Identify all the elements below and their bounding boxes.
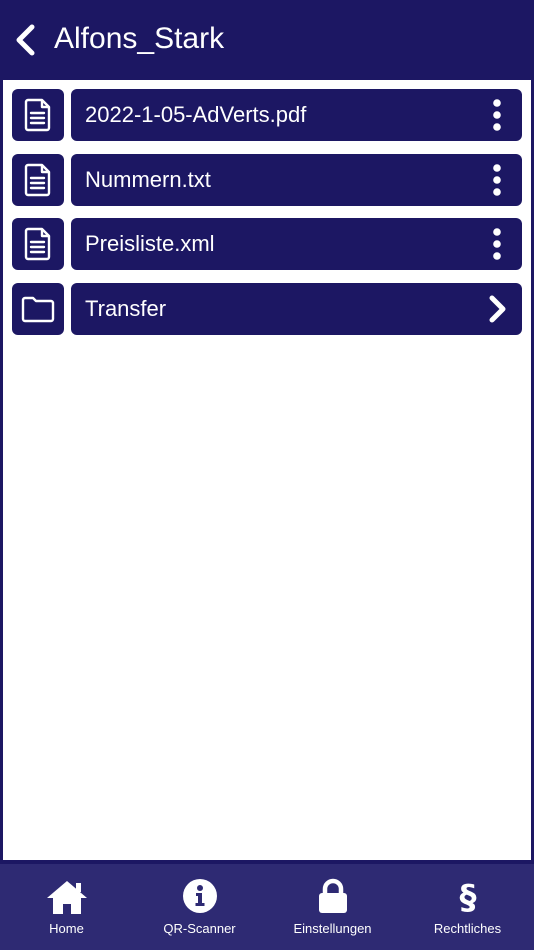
file-row[interactable]: 2022-1-05-AdVerts.pdf [12,89,522,141]
document-icon [24,163,51,197]
folder-name-bar[interactable]: Transfer [71,283,522,335]
back-button[interactable] [12,24,40,56]
tab-bar: Home QR-Scanner Einstellungen § Rechtlic… [0,864,534,950]
folder-icon [21,296,55,323]
more-vertical-icon [493,99,501,131]
file-name-bar[interactable]: Preisliste.xml [71,218,522,270]
file-row[interactable]: Preisliste.xml [12,218,522,270]
open-folder-button[interactable] [482,289,512,329]
document-icon [24,98,51,132]
info-icon [182,879,217,913]
document-icon [24,227,51,261]
tab-label: Rechtliches [433,921,502,936]
page-title: Alfons_Stark [54,22,225,55]
more-options-button[interactable] [482,95,512,135]
folder-name: Transfer [85,296,167,321]
lock-icon [318,878,347,913]
tab-qr-scanner[interactable]: QR-Scanner [133,864,266,950]
file-type-button[interactable] [12,218,64,270]
svg-text:§: § [459,878,476,916]
file-name: Nummern.txt [85,167,211,192]
home-icon [46,881,87,914]
file-name-bar[interactable]: Nummern.txt [71,154,522,206]
more-options-button[interactable] [482,160,512,200]
tab-einstellungen[interactable]: Einstellungen [266,864,399,950]
file-name-bar[interactable]: 2022-1-05-AdVerts.pdf [71,89,522,141]
file-type-button[interactable] [12,283,64,335]
file-name: Preisliste.xml [85,231,215,256]
tab-rechtliches[interactable]: § Rechtliches [401,864,534,950]
tab-label: QR-Scanner [163,921,236,936]
tab-label: Einstellungen [293,921,372,936]
file-name: 2022-1-05-AdVerts.pdf [85,102,307,127]
chevron-right-icon [489,295,506,323]
section-icon: § [459,878,476,916]
file-row[interactable]: Nummern.txt [12,154,522,206]
chevron-left-icon [16,24,35,56]
file-list: 2022-1-05-AdVerts.pdf Nummern.txt Preisl… [3,80,531,860]
tab-label: Home [49,921,84,936]
folder-row[interactable]: Transfer [12,283,522,335]
more-vertical-icon [493,228,501,260]
header-bar: Alfons_Stark [0,0,534,80]
more-options-button[interactable] [482,224,512,264]
file-type-button[interactable] [12,89,64,141]
tab-home[interactable]: Home [0,864,133,950]
more-vertical-icon [493,164,501,196]
file-type-button[interactable] [12,154,64,206]
